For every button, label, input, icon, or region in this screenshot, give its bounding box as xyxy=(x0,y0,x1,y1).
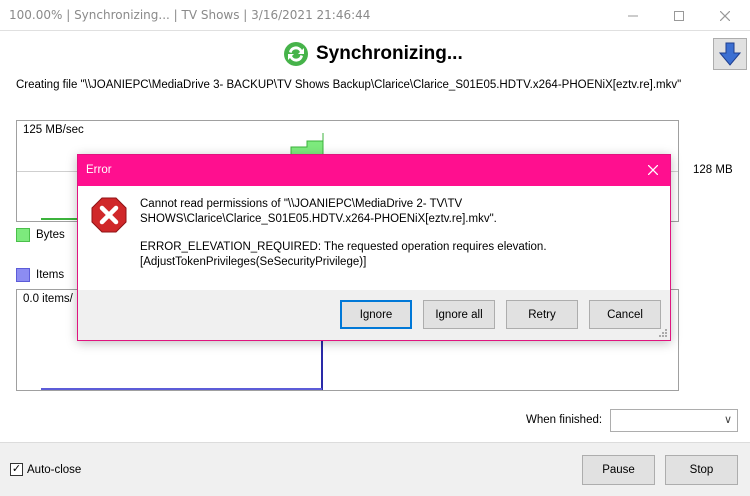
error-icon xyxy=(91,197,127,233)
autoclose-label: Auto-close xyxy=(27,463,82,476)
close-icon xyxy=(648,165,658,175)
dialog-title: Error xyxy=(86,164,112,176)
dialog-body: Cannot read permissions of "\\JOANIEPC\M… xyxy=(78,186,670,290)
ignore-all-button[interactable]: Ignore all xyxy=(423,300,495,329)
current-operation-text: Creating file "\\JOANIEPC\MediaDrive 3- … xyxy=(16,79,682,91)
maximize-icon xyxy=(674,10,684,21)
checkmark-icon: ✓ xyxy=(10,463,23,476)
minimize-to-tray-button[interactable] xyxy=(713,38,747,70)
dialog-close-button[interactable] xyxy=(644,161,662,179)
maximize-button[interactable] xyxy=(656,0,702,31)
dialog-message-line1: Cannot read permissions of "\\JOANIEPC\M… xyxy=(140,198,497,225)
items-legend: Items xyxy=(16,268,64,282)
when-finished-label: When finished: xyxy=(526,414,603,426)
close-icon xyxy=(720,10,730,21)
sync-header: Synchronizing... xyxy=(282,40,463,68)
chevron-down-icon: ∨ xyxy=(723,413,732,426)
ignore-button[interactable]: Ignore xyxy=(340,300,412,329)
arrow-down-icon xyxy=(719,42,741,66)
bytes-legend: Bytes xyxy=(16,228,65,242)
dialog-message-line2: ERROR_ELEVATION_REQUIRED: The requested … xyxy=(140,241,547,268)
minimize-icon xyxy=(628,15,638,16)
window-title: 100.00% | Synchronizing... | TV Shows | … xyxy=(9,8,371,22)
error-dialog: Error Cannot read permissions of "\\JOAN… xyxy=(77,154,671,341)
page-title: Synchronizing... xyxy=(316,43,463,64)
items-legend-swatch xyxy=(16,268,30,282)
window-titlebar: 100.00% | Synchronizing... | TV Shows | … xyxy=(0,0,750,31)
bottom-bar: ✓ Auto-close Pause Stop xyxy=(0,442,750,496)
items-legend-label: Items xyxy=(36,269,65,281)
retry-button[interactable]: Retry xyxy=(506,300,578,329)
pause-button[interactable]: Pause xyxy=(582,455,655,485)
bytes-legend-swatch xyxy=(16,228,30,242)
cancel-button[interactable]: Cancel xyxy=(589,300,661,329)
resize-grip-icon[interactable] xyxy=(658,328,668,338)
stop-button[interactable]: Stop xyxy=(665,455,738,485)
minimize-button[interactable] xyxy=(610,0,656,31)
bytes-side-value: 128 MB xyxy=(693,164,733,176)
dialog-message: Cannot read permissions of "\\JOANIEPC\M… xyxy=(140,197,650,283)
autoclose-checkbox[interactable]: ✓ Auto-close xyxy=(10,463,81,476)
window-close-button[interactable] xyxy=(702,0,748,31)
dialog-titlebar: Error xyxy=(78,155,670,186)
when-finished-select[interactable]: ∨ xyxy=(610,409,738,432)
sync-icon xyxy=(284,42,308,66)
bytes-legend-label: Bytes xyxy=(36,229,65,241)
